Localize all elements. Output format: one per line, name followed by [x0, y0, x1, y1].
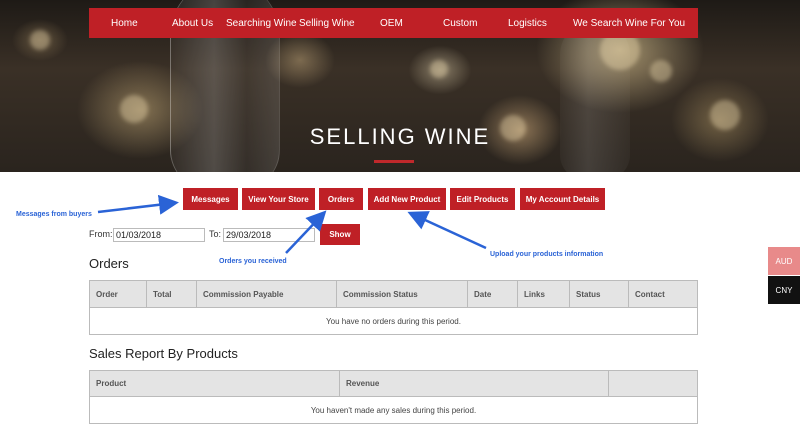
sales-empty-message: You haven't made any sales during this p… [89, 396, 698, 424]
arrow-to-add-product [407, 211, 487, 250]
col-commission-status: Commission Status [336, 280, 468, 308]
orders-empty-message: You have no orders during this period. [89, 307, 698, 335]
col-date: Date [467, 280, 518, 308]
table-row: You have no orders during this period. [89, 307, 698, 335]
currency-aud-button[interactable]: AUD [768, 247, 800, 275]
orders-table: Order Total Commission Payable Commissio… [89, 280, 698, 335]
orders-header-row: Order Total Commission Payable Commissio… [89, 280, 698, 308]
col-order: Order [89, 280, 147, 308]
sales-report-table: Product Revenue You haven't made any sal… [89, 370, 698, 424]
arrow-to-messages [97, 194, 179, 215]
sales-report-heading: Sales Report By Products [89, 346, 238, 361]
col-blank [608, 370, 698, 397]
page: SELLING WINE Home About Us Searching Win… [0, 0, 800, 433]
col-links: Links [517, 280, 570, 308]
col-status: Status [569, 280, 629, 308]
col-contact: Contact [628, 280, 698, 308]
orders-heading: Orders [89, 256, 129, 271]
table-row: You haven't made any sales during this p… [89, 396, 698, 424]
annotation-arrows [97, 194, 487, 254]
currency-cny-button[interactable]: CNY [768, 276, 800, 304]
col-product: Product [89, 370, 340, 397]
arrow-to-orders [285, 210, 327, 254]
col-commission-payable: Commission Payable [196, 280, 337, 308]
col-total: Total [146, 280, 197, 308]
col-revenue: Revenue [339, 370, 609, 397]
sales-header-row: Product Revenue [89, 370, 698, 397]
